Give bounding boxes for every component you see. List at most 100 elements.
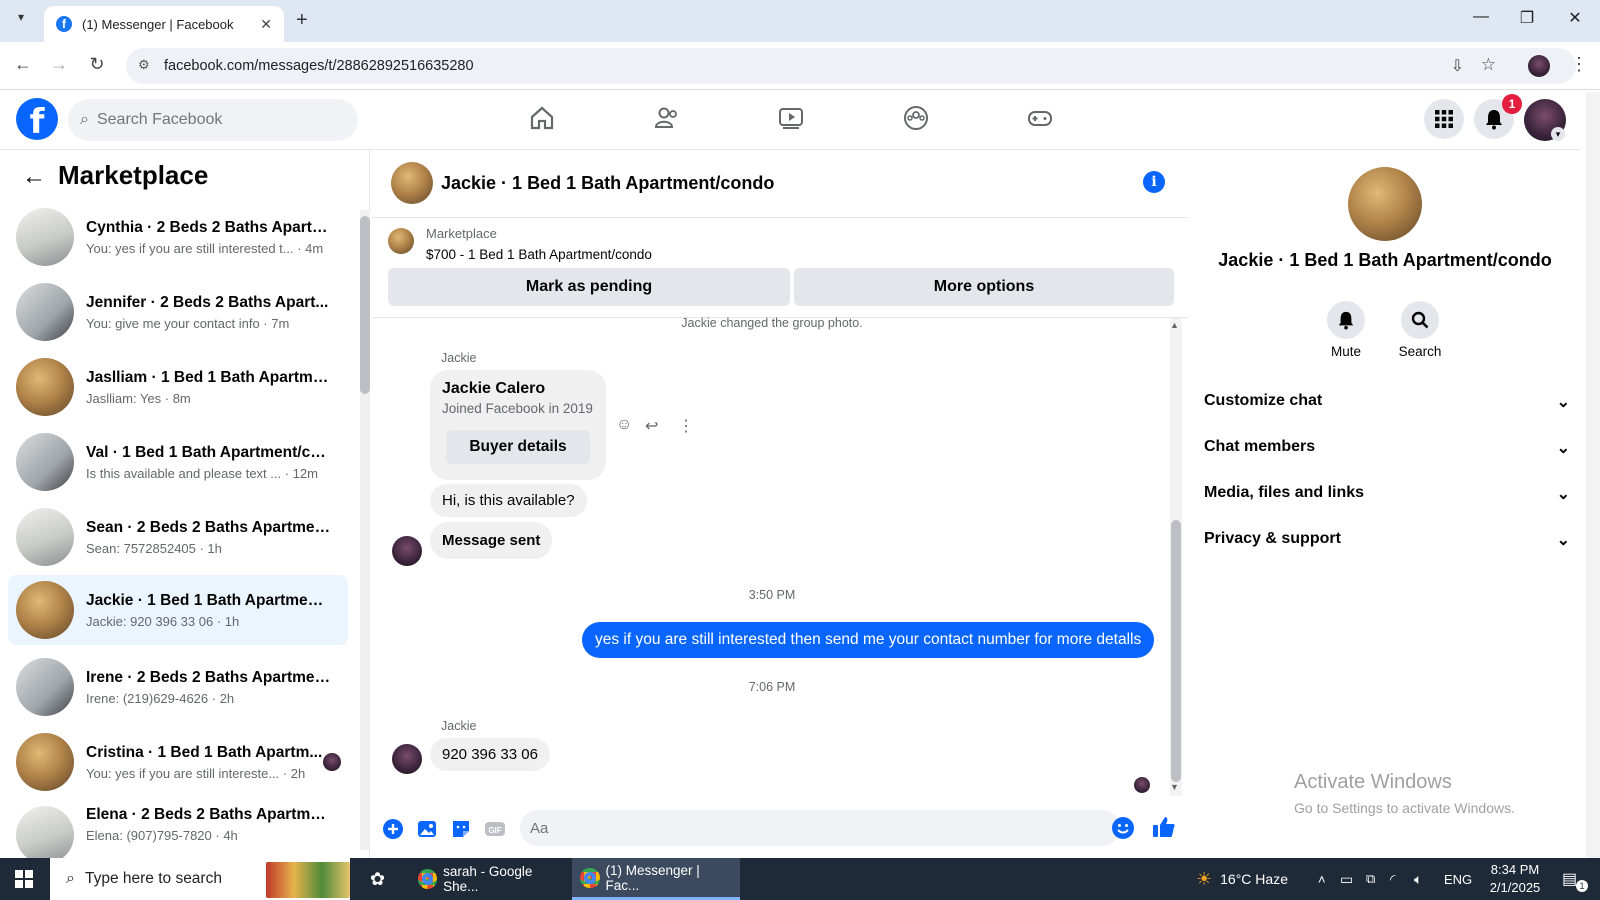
browser-tab-messenger[interactable]: f (1) Messenger | Facebook ✕ [44, 6, 284, 42]
address-bar[interactable]: ⚙ facebook.com/messages/t/28862892516635… [126, 48, 1576, 84]
conversation-item[interactable]: Elena · 2 Beds 2 Baths Apartme... Elena: … [8, 800, 348, 858]
scroll-up-icon[interactable]: ▲ [1170, 320, 1179, 330]
media-files-links-row[interactable]: Media, files and links ⌄ [1204, 484, 1570, 504]
search-label: Search [1398, 344, 1442, 359]
chat-title[interactable]: Jackie · 1 Bed 1 Bath Apartment/condo [441, 173, 774, 194]
react-emoji-icon[interactable]: ☺ [616, 416, 632, 434]
conversation-item[interactable]: Jaslliam · 1 Bed 1 Bath Apartmen... Jasll… [8, 352, 348, 422]
add-attachment-icon[interactable] [382, 818, 404, 840]
new-tab-button[interactable]: + [296, 9, 308, 32]
message-sent-bubble[interactable]: Message sent [430, 522, 553, 559]
video-icon[interactable] [776, 104, 806, 134]
emoji-icon[interactable] [1111, 816, 1135, 840]
tab-close-icon[interactable]: ✕ [260, 16, 272, 33]
message-composer[interactable] [520, 810, 1120, 846]
search-in-chat-button[interactable] [1401, 301, 1439, 339]
page-scrollbar[interactable] [1586, 92, 1600, 858]
sender-name: Jackie [441, 719, 477, 733]
chat-scroll-thumb[interactable] [1171, 520, 1181, 782]
battery-icon[interactable]: ▭ [1340, 858, 1353, 900]
facebook-logo[interactable]: f [16, 98, 58, 140]
chevron-down-icon: ⌄ [1556, 394, 1570, 411]
conversation-preview: Is this available and please text ... · … [86, 465, 318, 481]
svg-text:GIF: GIF [488, 826, 501, 835]
conversation-item[interactable]: Cristina · 1 Bed 1 Bath Apartm... You: ye… [8, 727, 348, 797]
customize-chat-row[interactable]: Customize chat ⌄ [1204, 392, 1570, 412]
network-device-icon[interactable]: ⧉ [1366, 858, 1375, 900]
facebook-search-input[interactable] [96, 111, 317, 129]
groups-icon[interactable] [901, 104, 931, 134]
conversation-item-active[interactable]: Jackie · 1 Bed 1 Bath Apartment/... Jacki… [8, 575, 348, 645]
browser-profile-avatar[interactable] [1528, 55, 1550, 77]
conversation-item[interactable]: Jennifer · 2 Beds 2 Baths Apart... You: g… [8, 277, 348, 347]
back-icon[interactable]: ← [10, 54, 36, 75]
listing-thumbnail[interactable] [388, 228, 414, 254]
maximize-button[interactable]: ❐ [1512, 8, 1542, 28]
scroll-down-icon[interactable]: ▼ [1170, 782, 1179, 792]
reply-icon[interactable]: ↩ [645, 416, 658, 436]
taskbar-chrome-sheets[interactable]: sarah - Google She... [410, 858, 570, 900]
taskbar-chrome-messenger[interactable]: (1) Messenger | Fac... [572, 858, 740, 900]
chat-members-row[interactable]: Chat members ⌄ [1204, 438, 1570, 458]
close-window-button[interactable]: ✕ [1560, 8, 1590, 28]
conversation-name: Jennifer · 2 Beds 2 Baths Apart... [86, 293, 329, 311]
chat-avatar[interactable] [391, 162, 433, 204]
buyer-joined: Joined Facebook in 2019 [442, 401, 593, 416]
more-options-button[interactable]: More options [794, 268, 1174, 306]
conversation-preview: You: yes if you are still intereste... ·… [86, 765, 306, 781]
info-icon[interactable]: i [1143, 171, 1165, 193]
conversation-name: Elena · 2 Beds 2 Baths Apartme... [86, 806, 331, 823]
taskbar-widget-image[interactable] [266, 862, 350, 898]
conversation-item[interactable]: Irene · 2 Beds 2 Baths Apartmen... Irene:… [8, 652, 348, 722]
facebook-search[interactable]: ⌕ [68, 99, 358, 141]
windows-start-icon[interactable] [14, 858, 34, 900]
input-language[interactable]: ENG [1444, 858, 1472, 900]
reload-icon[interactable]: ↻ [84, 54, 110, 75]
sticker-icon[interactable] [450, 818, 472, 840]
chat-profile-avatar[interactable] [1348, 167, 1422, 241]
tab-search-chevron-icon[interactable]: ▾ [10, 10, 32, 32]
outgoing-message-bubble[interactable]: yes if you are still interested then sen… [582, 622, 1155, 658]
sidebar-scroll-thumb[interactable] [360, 216, 370, 394]
minimize-button[interactable]: — [1466, 8, 1496, 26]
photo-icon[interactable] [416, 818, 438, 840]
message-bubble[interactable]: Hi, is this available? [430, 484, 587, 517]
gif-icon[interactable]: GIF [484, 818, 506, 840]
install-app-icon[interactable]: ⇩ [1451, 56, 1464, 76]
browser-menu-icon[interactable]: ⋮ [1570, 54, 1588, 75]
sender-avatar[interactable] [392, 744, 422, 774]
conversation-item[interactable]: Val · 1 Bed 1 Bath Apartment/co... Is thi… [8, 427, 348, 497]
gaming-icon[interactable] [1025, 104, 1055, 134]
like-thumbs-up-icon[interactable] [1151, 814, 1177, 840]
mute-button[interactable] [1327, 301, 1365, 339]
forward-icon[interactable]: → [46, 54, 72, 75]
conversation-avatar [16, 658, 74, 716]
account-chevron-icon[interactable]: ▾ [1551, 127, 1565, 141]
site-info-icon[interactable]: ⚙ [138, 57, 150, 73]
friends-icon[interactable] [652, 104, 682, 134]
conversation-name: Cynthia · 2 Beds 2 Baths Apartm... [86, 218, 331, 236]
mark-as-pending-button[interactable]: Mark as pending [388, 268, 790, 306]
conversation-preview: Irene: (219)629-4626 · 2h [86, 690, 235, 706]
conversation-item[interactable]: Cynthia · 2 Beds 2 Baths Apartm... You: y… [8, 202, 348, 272]
sender-avatar[interactable] [392, 536, 422, 566]
more-actions-icon[interactable]: ⋮ [678, 416, 694, 436]
message-bubble[interactable]: 920 396 33 06 [430, 738, 550, 771]
listing-title[interactable]: $700 - 1 Bed 1 Bath Apartment/condo [426, 247, 652, 262]
wifi-icon[interactable]: ◜ [1390, 858, 1395, 900]
message-input[interactable] [530, 819, 1070, 837]
tray-up-arrow-icon[interactable]: ˄ [1318, 858, 1326, 900]
seen-avatar [323, 753, 341, 771]
weather-widget[interactable]: ☀ 16°C Haze [1196, 858, 1288, 900]
taskbar-clock[interactable]: 8:34 PM 2/1/2025 [1480, 861, 1550, 897]
back-arrow-icon[interactable]: ← [22, 163, 46, 191]
bookmark-star-icon[interactable]: ☆ [1481, 55, 1496, 75]
taskbar-app-icon[interactable]: ✿ [362, 858, 393, 900]
action-center-icon[interactable]: ▤ [1562, 858, 1577, 900]
privacy-support-row[interactable]: Privacy & support ⌄ [1204, 530, 1570, 550]
buyer-details-button[interactable]: Buyer details [446, 430, 590, 464]
menu-grid-button[interactable] [1424, 99, 1464, 139]
volume-muted-icon[interactable]: 🔈︎ [1414, 858, 1422, 900]
home-icon[interactable] [527, 104, 557, 134]
conversation-item[interactable]: Sean · 2 Beds 2 Baths Apartmen... Sean: 7… [8, 502, 348, 572]
